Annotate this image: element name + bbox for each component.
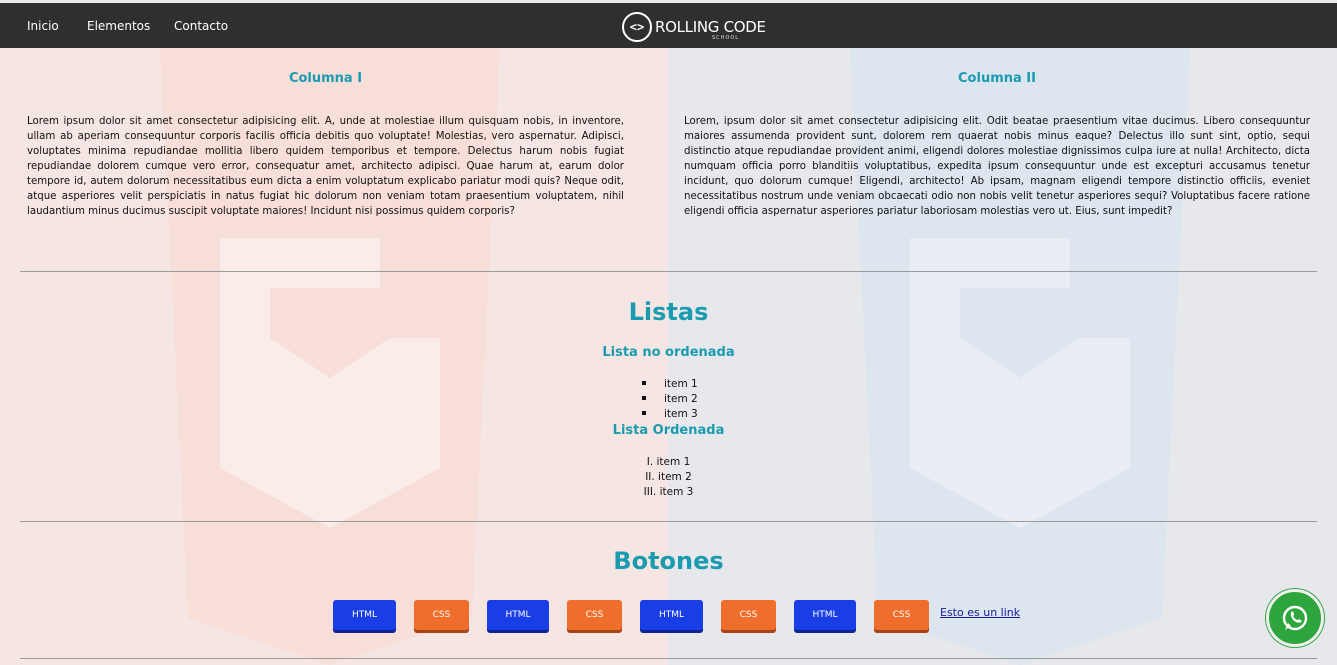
column-1-title: Columna I — [288, 71, 363, 86]
column-2-text: Lorem, ipsum dolor sit amet consectetur … — [684, 116, 1310, 217]
divider — [20, 658, 1317, 659]
list-bullet — [642, 396, 646, 400]
whatsapp-icon — [1282, 605, 1308, 631]
lists-title: Listas — [628, 298, 709, 326]
text-link[interactable]: Esto es un link — [940, 606, 1020, 619]
html-button[interactable]: HTML — [487, 600, 549, 630]
column-1-text: Lorem ipsum dolor sit amet consectetur a… — [27, 116, 624, 217]
code-brackets-icon: <> — [622, 12, 652, 42]
html-button[interactable]: HTML — [333, 600, 396, 630]
whatsapp-button[interactable] — [1266, 589, 1324, 647]
list-item: item 3 — [664, 408, 698, 420]
ordered-list-item: III. item 3 — [643, 486, 694, 498]
nav-link-contacto[interactable]: Contacto — [174, 19, 228, 33]
list-item: item 1 — [664, 378, 698, 390]
list-bullet — [642, 411, 646, 415]
divider — [20, 521, 1317, 522]
ordered-list-item: II. item 2 — [645, 471, 692, 483]
css-button[interactable]: CSS — [414, 600, 469, 630]
brand-logo[interactable]: <> ROLLING CODE SCHOOL — [622, 12, 766, 42]
ordered-list-item: I. item 1 — [646, 456, 691, 468]
logo-subtext: SCHOOL — [712, 35, 740, 41]
list-item: item 2 — [664, 393, 698, 405]
css-button[interactable]: CSS — [567, 600, 622, 630]
column-2-title: Columna II — [958, 71, 1036, 86]
html-button[interactable]: HTML — [640, 600, 703, 630]
buttons-title: Botones — [613, 547, 724, 575]
css-button[interactable]: CSS — [721, 600, 776, 630]
logo-text: ROLLING CODE — [655, 17, 766, 36]
html-button[interactable]: HTML — [794, 600, 856, 630]
divider — [20, 271, 1317, 272]
navbar: Inicio Elementos Contacto <> ROLLING COD… — [0, 0, 1337, 48]
nav-link-elementos[interactable]: Elementos — [87, 19, 150, 33]
nav-link-inicio[interactable]: Inicio — [27, 19, 59, 33]
unordered-list-title: Lista no ordenada — [602, 345, 735, 360]
list-bullet — [642, 381, 646, 385]
ordered-list-title: Lista Ordenada — [612, 423, 725, 438]
css-button[interactable]: CSS — [874, 600, 929, 630]
